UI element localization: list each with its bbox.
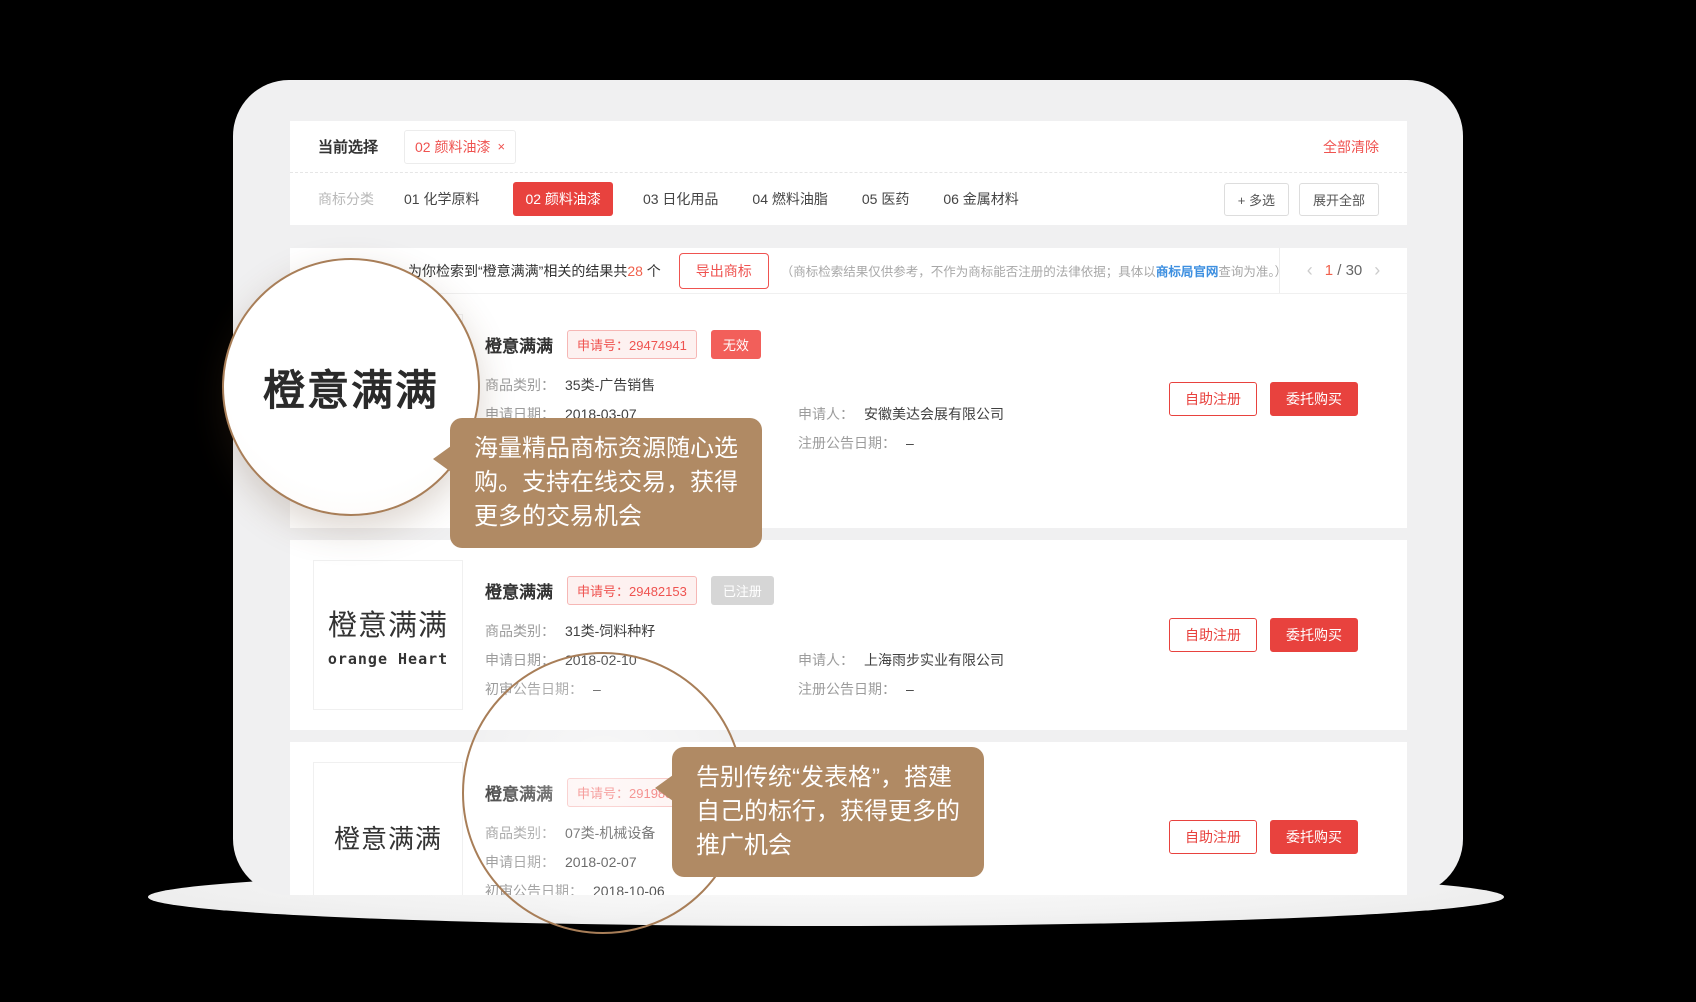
category-tab-04[interactable]: 04 燃料油脂: [752, 189, 827, 209]
trademark-image-subtext: orange Heart: [328, 650, 448, 668]
multi-select-button[interactable]: + 多选: [1224, 183, 1289, 216]
category-tab-03[interactable]: 03 日化用品: [643, 189, 718, 209]
field-value: –: [906, 429, 914, 458]
field-label: 商品类别：: [485, 617, 555, 646]
trademark-office-link[interactable]: 商标局官网: [1156, 265, 1219, 279]
application-number-chip: 申请号：29474941: [567, 330, 697, 359]
application-number-label: 申请号：: [577, 584, 629, 599]
page-separator: /: [1337, 262, 1341, 279]
entrust-buy-button[interactable]: 委托购买: [1270, 618, 1358, 652]
category-tab-06[interactable]: 06 金属材料: [943, 189, 1018, 209]
category-tab-01[interactable]: 01 化学原料: [404, 189, 479, 209]
field-label: 申请人：: [798, 400, 854, 429]
field-label: 商品类别：: [485, 371, 555, 400]
tooltip-arrow-icon: [433, 446, 451, 472]
results-count: 28: [627, 263, 643, 279]
tooltip-line: 推广机会: [696, 829, 960, 863]
magnifier-circle: 橙意满满: [222, 258, 480, 516]
total-pages: 30: [1346, 262, 1363, 279]
field-label: 注册公告日期：: [798, 675, 896, 704]
results-summary: 为你检索到“橙意满满”相关的结果共28 个: [408, 261, 661, 281]
current-page: 1: [1325, 262, 1333, 279]
disclaimer-text: （商标检索结果仅供参考，不作为商标能否注册的法律依据；具体以: [781, 265, 1156, 279]
expand-all-button[interactable]: 展开全部: [1299, 183, 1379, 216]
trademark-image-2: 橙意满满 orange Heart: [313, 560, 463, 710]
category-row: 商标分类 01 化学原料 02 颜料油漆 03 日化用品 04 燃料油脂 05 …: [290, 173, 1407, 225]
category-tab-05[interactable]: 05 医药: [862, 189, 909, 209]
prev-page-icon[interactable]: ‹: [1307, 260, 1313, 281]
status-badge: 无效: [711, 330, 761, 359]
reg-notice-field: 注册公告日期：–: [798, 429, 914, 458]
category-tab-02-selected[interactable]: 02 颜料油漆: [513, 182, 612, 216]
self-register-button[interactable]: 自助注册: [1169, 618, 1257, 652]
selected-filter-chip[interactable]: 02 颜料油漆 ×: [404, 130, 516, 164]
entrust-buy-button[interactable]: 委托购买: [1270, 820, 1358, 854]
field-label: 注册公告日期：: [798, 429, 896, 458]
tooltip-line: 购。支持在线交易，获得: [474, 466, 738, 500]
current-selection-row: 当前选择 02 颜料油漆 × 全部清除: [290, 121, 1407, 173]
trademark-row-2: 橙意满满 orange Heart 橙意满满 申请号：29482153 已注册 …: [290, 540, 1407, 730]
trademark-name[interactable]: 橙意满满: [485, 578, 553, 603]
category-actions: + 多选 展开全部: [1224, 183, 1379, 216]
application-number-chip: 申请号：29482153: [567, 576, 697, 605]
field-value: 安徽美达会展有限公司: [864, 400, 1004, 429]
next-page-icon[interactable]: ›: [1374, 260, 1380, 281]
category-field: 商品类别： 31类-饲料种籽: [485, 617, 798, 646]
close-icon[interactable]: ×: [497, 139, 505, 154]
field-value: 上海雨步实业有限公司: [864, 646, 1004, 675]
row-actions: 自助注册 委托购买: [1169, 820, 1358, 854]
trademark-image-text: 橙意满满: [328, 602, 448, 644]
self-register-button[interactable]: 自助注册: [1169, 820, 1257, 854]
clear-all-button[interactable]: 全部清除: [1323, 137, 1379, 157]
tooltip-line: 自己的标行，获得更多的: [696, 795, 960, 829]
reg-notice-field: 注册公告日期：–: [798, 675, 914, 704]
export-trademark-button[interactable]: 导出商标: [679, 253, 769, 289]
disclaimer-text-end: 查询为准。）: [1218, 265, 1279, 279]
selected-filter-chip-label: 02 颜料油漆: [415, 137, 490, 157]
applicant-field: 申请人： 安徽美达会展有限公司: [798, 400, 1004, 429]
field-value: –: [906, 675, 914, 704]
application-number-value: 29482153: [629, 584, 687, 599]
tooltip-trademark-resources: 海量精品商标资源随心选 购。支持在线交易，获得 更多的交易机会: [450, 418, 762, 548]
field-value: 31类-饲料种籽: [565, 617, 655, 646]
tooltip-line: 更多的交易机会: [474, 500, 738, 534]
current-selection-label: 当前选择: [318, 136, 378, 157]
applicant-field: 申请人： 上海雨步实业有限公司: [798, 646, 1004, 675]
application-number-label: 申请号：: [577, 338, 629, 353]
field-value: 35类-广告销售: [565, 371, 655, 400]
status-badge: 已注册: [711, 576, 774, 605]
row-actions: 自助注册 委托购买: [1169, 618, 1358, 652]
row-actions: 自助注册 委托购买: [1169, 382, 1358, 416]
trademark-name[interactable]: 橙意满满: [485, 332, 553, 357]
magnified-trademark-text: 橙意满满: [263, 357, 439, 418]
tooltip-line: 告别传统“发表格”，搭建: [696, 761, 960, 795]
title-row: 橙意满满 申请号：29474941 无效: [485, 330, 1383, 359]
results-disclaimer: （商标检索结果仅供参考，不作为商标能否注册的法律依据；具体以商标局官网查询为准。…: [781, 261, 1279, 280]
tooltip-line: 海量精品商标资源随心选: [474, 432, 738, 466]
filter-bar: 当前选择 02 颜料油漆 × 全部清除 商标分类 01 化学原料 02 颜料油漆…: [290, 121, 1407, 225]
title-row: 橙意满满 申请号：29482153 已注册: [485, 576, 1383, 605]
application-number-value: 29474941: [629, 338, 687, 353]
self-register-button[interactable]: 自助注册: [1169, 382, 1257, 416]
results-summary-unit: 个: [643, 263, 661, 279]
pagination: ‹ 1 / 30 ›: [1279, 248, 1407, 293]
category-field: 商品类别： 35类-广告销售: [485, 371, 798, 400]
results-header: 为你检索到“橙意满满”相关的结果共28 个 导出商标 （商标检索结果仅供参考，不…: [290, 248, 1407, 294]
results-summary-text: 为你检索到“橙意满满”相关的结果共: [408, 263, 627, 279]
tooltip-promotion: 告别传统“发表格”，搭建 自己的标行，获得更多的 推广机会: [672, 747, 984, 877]
entrust-buy-button[interactable]: 委托购买: [1270, 382, 1358, 416]
category-row-label: 商标分类: [318, 189, 374, 209]
trademark-image-3: 橙意满满: [313, 762, 463, 895]
page-indicator: 1 / 30: [1325, 262, 1363, 279]
trademark-image-text: 橙意满满: [334, 819, 442, 856]
tooltip-arrow-icon: [655, 775, 673, 801]
field-label: 申请人：: [798, 646, 854, 675]
